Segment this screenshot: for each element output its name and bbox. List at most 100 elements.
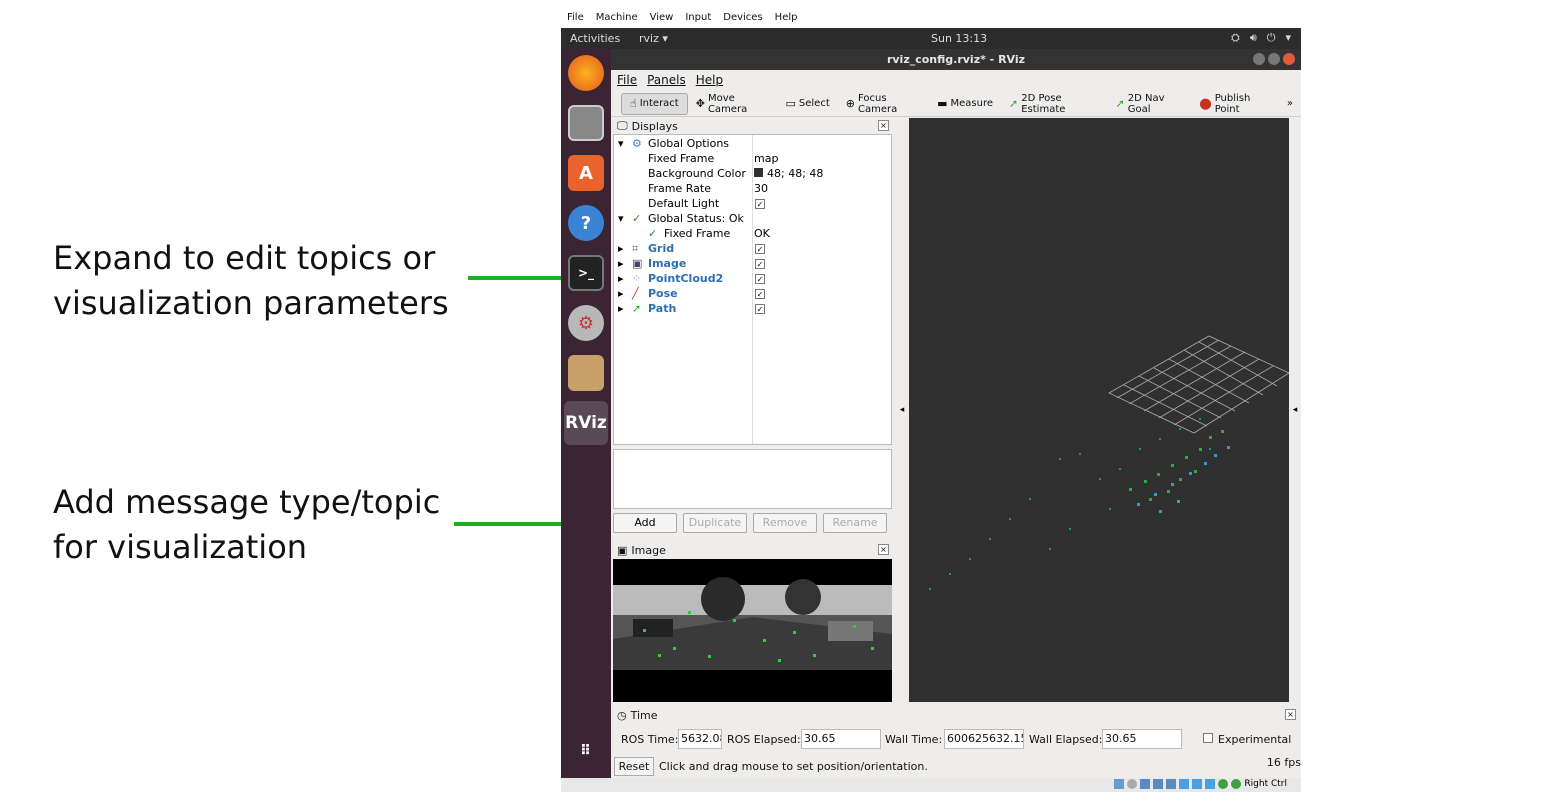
tree-row-background-color[interactable]: Background Color 48; 48; 48: [614, 167, 891, 182]
vbox-menu-file[interactable]: File: [561, 12, 590, 28]
hdd-icon[interactable]: [1114, 779, 1125, 789]
archive-icon[interactable]: [568, 355, 604, 391]
app-menu[interactable]: rviz ▾: [639, 32, 668, 45]
tree-row-default-light[interactable]: Default Light ✓: [614, 197, 891, 212]
maximize-icon[interactable]: [1268, 53, 1280, 65]
collapse-left-handle[interactable]: ◂: [895, 118, 909, 702]
tree-row-frame-rate[interactable]: Frame Rate 30: [614, 182, 891, 197]
checkmark-icon: ✓: [632, 212, 642, 225]
firefox-icon[interactable]: [568, 55, 604, 91]
shared-folder-icon[interactable]: [1179, 779, 1190, 789]
terminal-icon[interactable]: >_: [568, 255, 604, 291]
toolbar-overflow-button[interactable]: »: [1279, 93, 1301, 115]
window-titlebar[interactable]: rviz_config.rviz* - RViz: [611, 49, 1301, 70]
vbox-menu-devices[interactable]: Devices: [717, 12, 768, 28]
pose-checkbox[interactable]: ✓: [755, 289, 765, 299]
move-camera-tool[interactable]: ✥ Move Camera: [688, 93, 778, 115]
rename-button[interactable]: Rename: [823, 513, 887, 533]
close-displays-button[interactable]: ×: [878, 120, 889, 131]
ros-elapsed-field[interactable]: 30.65: [801, 729, 881, 749]
system-tray[interactable]: ⛭ 🔊︎ ⏻ ▾: [1231, 31, 1291, 45]
image-checkbox[interactable]: ✓: [755, 259, 765, 269]
status-fixed-frame-label: Fixed Frame: [664, 227, 731, 240]
help-icon[interactable]: ?: [568, 205, 604, 241]
grid-checkbox[interactable]: ✓: [755, 244, 765, 254]
display-item-pointcloud2[interactable]: ▸ ⁘ PointCloud2 ✓: [614, 272, 891, 287]
publish-point-tool[interactable]: ⬤ Publish Point: [1191, 93, 1279, 115]
tree-row-global-options[interactable]: ▾ ⚙ Global Options: [614, 137, 891, 152]
default-light-checkbox[interactable]: ✓: [755, 199, 765, 209]
minimize-icon[interactable]: [1253, 53, 1265, 65]
pose-estimate-tool[interactable]: ➚ 2D Pose Estimate: [1001, 93, 1108, 115]
duplicate-button[interactable]: Duplicate: [683, 513, 747, 533]
files-icon[interactable]: [568, 105, 604, 141]
frame-rate-value[interactable]: 30: [754, 182, 768, 195]
vbox-menu-help[interactable]: Help: [769, 12, 804, 28]
tree-row-status-fixed-frame[interactable]: ✓ Fixed Frame OK: [614, 227, 891, 242]
close-time-panel-button[interactable]: ×: [1285, 709, 1296, 720]
close-image-panel-button[interactable]: ×: [878, 544, 889, 555]
display-item-grid[interactable]: ▸ ⌗ Grid ✓: [614, 242, 891, 257]
display-item-image[interactable]: ▸ ▣ Image ✓: [614, 257, 891, 272]
time-panel-header: ◷ Time ×: [613, 707, 1299, 723]
activities-button[interactable]: Activities: [570, 32, 620, 45]
expand-arrow-icon[interactable]: ▾: [618, 212, 624, 225]
measure-tool[interactable]: ▬ Measure: [929, 93, 1001, 115]
fixed-frame-value[interactable]: map: [754, 152, 778, 165]
audio-icon[interactable]: [1140, 779, 1151, 789]
background-color-value-wrap[interactable]: 48; 48; 48: [754, 167, 823, 180]
close-icon[interactable]: [1283, 53, 1295, 65]
path-icon: ➚: [632, 302, 642, 315]
clock[interactable]: Sun 13:13: [931, 32, 987, 45]
pointcloud2-checkbox[interactable]: ✓: [755, 274, 765, 284]
collapsed-arrow-icon[interactable]: ▸: [618, 257, 624, 270]
usb-icon[interactable]: [1166, 779, 1177, 789]
reset-button[interactable]: Reset: [614, 757, 654, 776]
vbox-menu-view[interactable]: View: [644, 12, 680, 28]
wall-elapsed-field[interactable]: 30.65: [1102, 729, 1182, 749]
rviz-icon[interactable]: RViz: [564, 401, 608, 445]
settings-icon[interactable]: ⚙: [568, 305, 604, 341]
display-icon[interactable]: [1192, 779, 1203, 789]
cpu-icon[interactable]: [1218, 779, 1229, 789]
add-button[interactable]: Add: [613, 513, 677, 533]
collapsed-arrow-icon[interactable]: ▸: [618, 242, 624, 255]
collapsed-arrow-icon[interactable]: ▸: [618, 302, 624, 315]
menu-file[interactable]: File: [611, 73, 641, 87]
network-adapter-icon[interactable]: [1153, 779, 1164, 789]
collapsed-arrow-icon[interactable]: ▸: [618, 287, 624, 300]
expand-arrow-icon[interactable]: ▾: [618, 137, 624, 150]
window-title: rviz_config.rviz* - RViz: [886, 53, 1026, 66]
select-tool[interactable]: ▭ Select: [778, 93, 838, 115]
collapsed-arrow-icon[interactable]: ▸: [618, 272, 624, 285]
3d-viewport[interactable]: [909, 118, 1289, 702]
remove-button[interactable]: Remove: [753, 513, 817, 533]
optical-drive-icon[interactable]: [1127, 779, 1138, 789]
wall-time-field[interactable]: 600625632.15: [944, 729, 1024, 749]
display-item-path[interactable]: ▸ ➚ Path ✓: [614, 302, 891, 317]
menu-panels[interactable]: Panels: [641, 73, 690, 87]
menu-help[interactable]: Help: [690, 73, 727, 87]
recording-icon[interactable]: [1205, 779, 1216, 789]
collapse-right-handle[interactable]: ◂: [1289, 118, 1301, 702]
nav-goal-tool[interactable]: ➚ 2D Nav Goal: [1108, 93, 1192, 115]
tree-row-fixed-frame[interactable]: Fixed Frame map: [614, 152, 891, 167]
path-checkbox[interactable]: ✓: [755, 304, 765, 314]
vbox-menu-input[interactable]: Input: [679, 12, 717, 28]
tree-row-global-status[interactable]: ▾ ✓ Global Status: Ok: [614, 212, 891, 227]
ros-time-field[interactable]: 5632.08: [678, 729, 722, 749]
vbox-menu-machine[interactable]: Machine: [590, 12, 644, 28]
software-center-icon[interactable]: A: [568, 155, 604, 191]
path-label: Path: [648, 302, 677, 315]
interact-tool[interactable]: ☝ Interact: [621, 92, 688, 115]
focus-camera-tool[interactable]: ⊕ Focus Camera: [838, 93, 929, 115]
display-item-pose[interactable]: ▸ ╱ Pose ✓: [614, 287, 891, 302]
show-apps-icon[interactable]: ⠿: [568, 733, 604, 769]
rviz-toolbar: ☝ Interact ✥ Move Camera ▭ Select ⊕ Focus Ca…: [611, 91, 1301, 117]
image-icon: ▣: [632, 257, 643, 270]
pose-estimate-label: 2D Pose Estimate: [1021, 92, 1066, 115]
experimental-checkbox[interactable]: [1203, 733, 1213, 743]
pose-arrow-icon: ╱: [632, 287, 639, 300]
pointcloud-icon: ⁘: [632, 272, 642, 285]
mouse-integration-icon[interactable]: [1231, 779, 1242, 789]
